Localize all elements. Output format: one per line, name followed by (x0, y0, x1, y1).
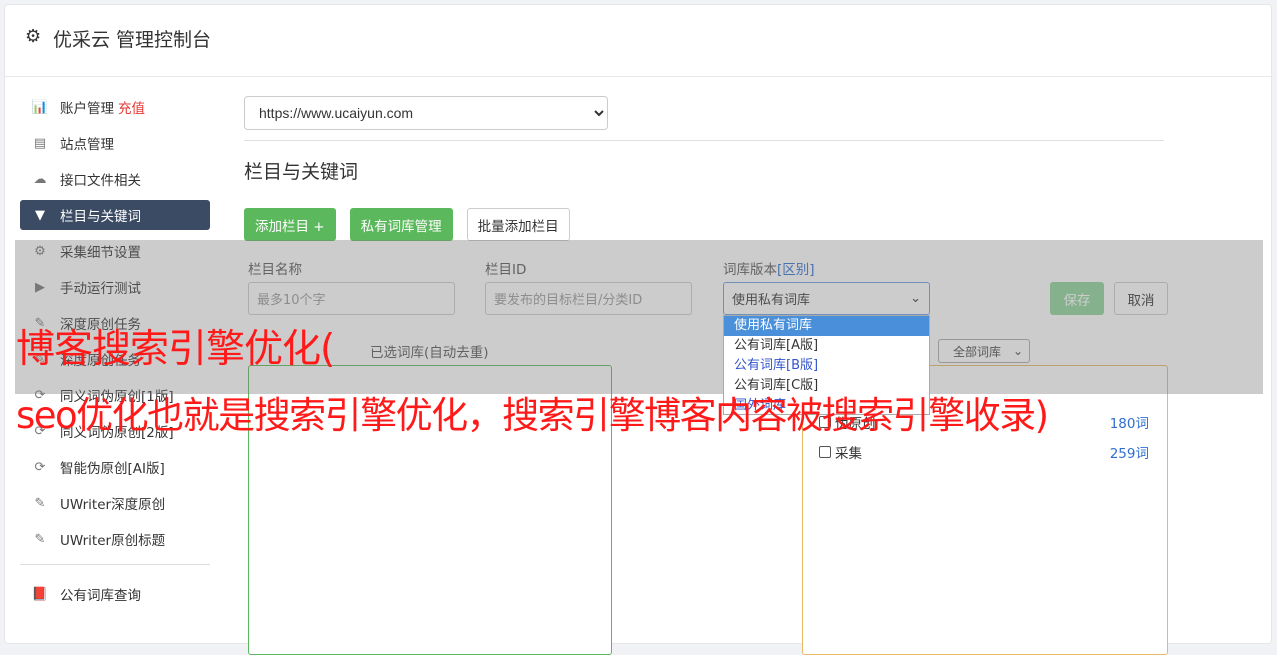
cloud-upload-icon: ☁ (33, 171, 47, 187)
sidebar-item-account[interactable]: 📊 账户管理 充值 (20, 92, 210, 122)
dropdown-option[interactable]: 公有词库[A版] (724, 336, 929, 356)
refresh-icon: ⟳ (34, 459, 46, 475)
gear-icon: ⚙ (25, 26, 42, 47)
book-icon: 📕 (31, 586, 49, 602)
sidebar-item-sites[interactable]: ▤ 站点管理 (20, 128, 210, 158)
sidebar-item-interface[interactable]: ☁ 接口文件相关 (20, 164, 210, 194)
sidebar-item-label: 站点管理 (60, 137, 114, 153)
sidebar-item-label: 公有词库查询 (60, 588, 141, 604)
sidebar-item-label: UWriter深度原创 (60, 497, 166, 513)
sidebar-item-label: 栏目与关键词 (60, 209, 141, 225)
lib-count[interactable]: 180词 (1110, 412, 1149, 432)
app-title: 优采云 管理控制台 (53, 29, 212, 51)
divider (244, 140, 1164, 141)
sidebar-item-label: 账户管理 (60, 101, 114, 117)
sidebar-item-ai-rewrite[interactable]: ⟳ 智能伪原创[AI版] (20, 452, 210, 482)
sidebar-divider (20, 564, 210, 565)
batch-add-button[interactable]: 批量添加栏目 (466, 208, 570, 241)
recharge-link[interactable]: 充值 (118, 97, 145, 117)
filter-icon: ▼ (35, 207, 45, 223)
lib-row-collect[interactable]: 采集 259词 (819, 442, 1149, 462)
lib-count[interactable]: 259词 (1110, 442, 1149, 462)
edit-icon: ✎ (34, 495, 46, 511)
sidebar-item-public-lib[interactable]: 📕 公有词库查询 (20, 579, 210, 609)
sidebar-item-uwriter-deep[interactable]: ✎ UWriter深度原创 (20, 488, 210, 518)
button-group: 添加栏目 + 私有词库管理 批量添加栏目 (244, 208, 1164, 241)
bar-chart-icon: 📊 (31, 99, 49, 115)
sidebar-item-label: UWriter原创标题 (60, 533, 166, 549)
watermark-line-2: seo优化也就是搜索引擎优化，搜索引擎博客内容被搜索引擎收录) (16, 394, 1049, 437)
watermark-line-1: 博客搜索引擎优化( (16, 327, 335, 372)
sidebar-item-uwriter-title[interactable]: ✎ UWriter原创标题 (20, 524, 210, 554)
lib-checkbox[interactable] (819, 446, 831, 458)
main-content: https://www.ucaiyun.com 栏目与关键词 添加栏目 + 私有… (244, 96, 1164, 241)
site-select[interactable]: https://www.ucaiyun.com (244, 96, 608, 130)
edit-icon: ✎ (34, 531, 46, 547)
dropdown-option[interactable]: 公有词库[B版] (724, 356, 929, 376)
section-title: 栏目与关键词 (244, 161, 359, 183)
dropdown-option[interactable]: 使用私有词库 (724, 316, 929, 336)
sidebar-item-columns[interactable]: ▼ 栏目与关键词 (20, 200, 210, 230)
top-bar: ⚙ 优采云 管理控制台 (5, 5, 1273, 77)
sidebar-item-label: 智能伪原创[AI版] (60, 461, 165, 477)
add-column-button[interactable]: 添加栏目 + (244, 208, 336, 241)
sidebar-item-label: 接口文件相关 (60, 173, 141, 189)
server-icon: ▤ (33, 135, 47, 151)
private-lib-button[interactable]: 私有词库管理 (349, 208, 453, 241)
lib-name: 采集 (835, 446, 862, 462)
